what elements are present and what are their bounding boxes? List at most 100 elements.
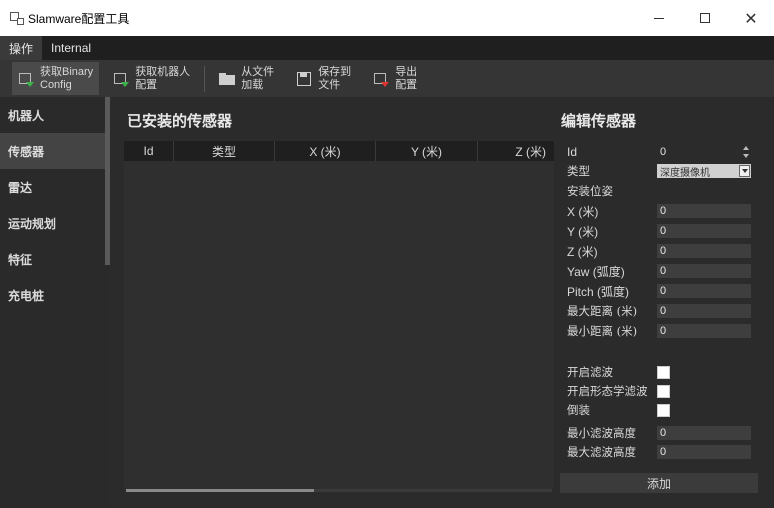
save-file-label-1: 保存到 bbox=[318, 65, 352, 78]
pitch-label: Pitch (弧度) bbox=[567, 284, 630, 299]
edit-sensor-title: 编辑传感器 bbox=[561, 112, 637, 130]
min-distance-input[interactable]: 0 bbox=[657, 324, 751, 338]
sensor-table-body[interactable] bbox=[124, 161, 554, 489]
maximize-button[interactable] bbox=[682, 0, 728, 36]
fetch-robot-label-2: 配置 bbox=[135, 78, 158, 91]
sidebar: 机器人 传感器 雷达 运动规划 特征 充电桩 bbox=[0, 97, 110, 508]
id-label: Id bbox=[567, 145, 578, 159]
max-filter-height-input[interactable]: 0 bbox=[657, 445, 751, 459]
save-icon bbox=[296, 71, 312, 87]
export-label-2: 配置 bbox=[395, 78, 418, 91]
field-row-x: X (米) 0 bbox=[567, 202, 751, 220]
type-label: 类型 bbox=[567, 164, 590, 178]
title-bar: Slamware配置工具 ✕ bbox=[0, 0, 774, 36]
column-header-type[interactable]: 类型 bbox=[174, 141, 275, 161]
fetch-robot-config-button[interactable]: 获取机器人 配置 bbox=[107, 62, 196, 95]
id-value: 0 bbox=[660, 146, 667, 158]
field-row-max-filter-height: 最大滤波高度 0 bbox=[567, 443, 751, 461]
menu-operation[interactable]: 操作 bbox=[0, 36, 43, 60]
fetch-icon bbox=[18, 71, 34, 87]
fetch-binary-label-2: Config bbox=[40, 78, 72, 91]
x-label: X (米) bbox=[567, 204, 599, 219]
y-input[interactable]: 0 bbox=[657, 224, 751, 238]
column-header-y[interactable]: Y (米) bbox=[376, 141, 478, 161]
field-row-min-filter-height: 最小滤波高度 0 bbox=[567, 424, 751, 442]
pose-label: 安装位姿 bbox=[567, 184, 613, 198]
save-file-label-2: 文件 bbox=[318, 78, 341, 91]
add-sensor-button[interactable]: 添加 bbox=[560, 473, 758, 493]
export-label-1: 导出 bbox=[395, 65, 418, 78]
morph-filter-checkbox[interactable] bbox=[657, 384, 670, 398]
column-header-z[interactable]: Z (米) bbox=[478, 141, 554, 161]
save-to-file-button[interactable]: 保存到 文件 bbox=[290, 62, 357, 95]
pitch-input[interactable]: 0 bbox=[657, 284, 751, 298]
field-row-filter: 开启滤波 bbox=[567, 363, 751, 381]
load-from-file-button[interactable]: 从文件 加载 bbox=[213, 62, 280, 95]
yaw-input[interactable]: 0 bbox=[657, 264, 751, 278]
z-input[interactable]: 0 bbox=[657, 244, 751, 258]
export-config-button[interactable]: 导出 配置 bbox=[367, 62, 423, 95]
y-label: Y (米) bbox=[567, 224, 599, 239]
minimize-icon bbox=[654, 17, 664, 19]
id-spinbox[interactable]: 0 bbox=[657, 145, 751, 159]
sidebar-item-robot[interactable]: 机器人 bbox=[0, 97, 110, 133]
installed-sensors-title: 已安装的传感器 bbox=[127, 112, 233, 130]
maximize-icon bbox=[700, 13, 710, 23]
x-input[interactable]: 0 bbox=[657, 204, 751, 218]
close-icon: ✕ bbox=[744, 8, 758, 28]
edit-sensor-panel: 编辑传感器 Id 0 类型 深度摄像机 安装位姿 X (米) 0 Y (米) 0… bbox=[554, 97, 774, 508]
folder-icon bbox=[219, 71, 236, 87]
load-file-label-2: 加载 bbox=[241, 78, 264, 91]
morph-filter-label: 开启形态学滤波 bbox=[567, 384, 648, 398]
field-row-morph-filter: 开启形态学滤波 bbox=[567, 382, 751, 400]
sidebar-item-lidar[interactable]: 雷达 bbox=[0, 169, 110, 205]
field-row-z: Z (米) 0 bbox=[567, 242, 751, 260]
installed-sensors-panel: 已安装的传感器 Id 类型 X (米) Y (米) Z (米) bbox=[118, 97, 554, 508]
inverted-checkbox[interactable] bbox=[657, 403, 670, 417]
app-icon bbox=[10, 11, 24, 25]
chevron-down-icon[interactable] bbox=[739, 165, 750, 177]
window-title: Slamware配置工具 bbox=[28, 11, 130, 26]
field-row-yaw: Yaw (弧度) 0 bbox=[567, 262, 751, 280]
sidebar-item-charging-pile[interactable]: 充电桩 bbox=[0, 277, 110, 313]
min-filter-height-input[interactable]: 0 bbox=[657, 426, 751, 440]
field-row-id: Id 0 bbox=[567, 143, 751, 161]
column-header-x[interactable]: X (米) bbox=[275, 141, 376, 161]
sidebar-item-motion-planning[interactable]: 运动规划 bbox=[0, 205, 110, 241]
fetch-robot-label-1: 获取机器人 bbox=[135, 65, 191, 78]
column-header-id[interactable]: Id bbox=[124, 141, 174, 161]
max-distance-label: 最大距离 (米) bbox=[567, 304, 638, 318]
z-label: Z (米) bbox=[567, 244, 598, 259]
toolbar: 获取Binary Config 获取机器人 配置 从文件 加载 保存到 文件 导… bbox=[0, 60, 774, 97]
minimize-button[interactable] bbox=[636, 0, 682, 36]
close-button[interactable]: ✕ bbox=[728, 0, 774, 36]
type-select-value: 深度摄像机 bbox=[660, 167, 710, 179]
toolbar-separator bbox=[204, 65, 206, 92]
fetch-icon bbox=[113, 71, 130, 87]
export-icon bbox=[373, 71, 390, 87]
type-select[interactable]: 深度摄像机 bbox=[657, 164, 751, 178]
fetch-binary-config-button[interactable]: 获取Binary Config bbox=[12, 62, 100, 95]
field-row-inverted: 倒装 bbox=[567, 401, 751, 419]
horizontal-scrollbar-thumb[interactable] bbox=[126, 489, 314, 492]
inverted-label: 倒装 bbox=[567, 403, 590, 417]
spin-arrows-icon[interactable] bbox=[743, 146, 749, 158]
field-row-pose: 安装位姿 bbox=[567, 182, 751, 200]
field-row-y: Y (米) 0 bbox=[567, 222, 751, 240]
filter-label: 开启滤波 bbox=[567, 365, 613, 379]
field-row-type: 类型 深度摄像机 bbox=[567, 162, 751, 180]
menu-bar: 操作 Internal bbox=[0, 36, 774, 60]
fetch-binary-label-1: 获取Binary bbox=[40, 65, 94, 78]
sidebar-scrollbar[interactable] bbox=[105, 97, 110, 265]
sidebar-item-features[interactable]: 特征 bbox=[0, 241, 110, 277]
field-row-max-distance: 最大距离 (米) 0 bbox=[567, 302, 751, 320]
menu-internal[interactable]: Internal bbox=[42, 36, 100, 60]
max-filter-height-label: 最大滤波高度 bbox=[567, 445, 636, 459]
sidebar-item-sensor[interactable]: 传感器 bbox=[0, 133, 110, 169]
min-distance-label: 最小距离 (米) bbox=[567, 324, 638, 338]
filter-checkbox[interactable] bbox=[657, 365, 670, 379]
max-distance-input[interactable]: 0 bbox=[657, 304, 751, 318]
field-row-min-distance: 最小距离 (米) 0 bbox=[567, 322, 751, 340]
min-filter-height-label: 最小滤波高度 bbox=[567, 426, 636, 440]
field-row-pitch: Pitch (弧度) 0 bbox=[567, 282, 751, 300]
